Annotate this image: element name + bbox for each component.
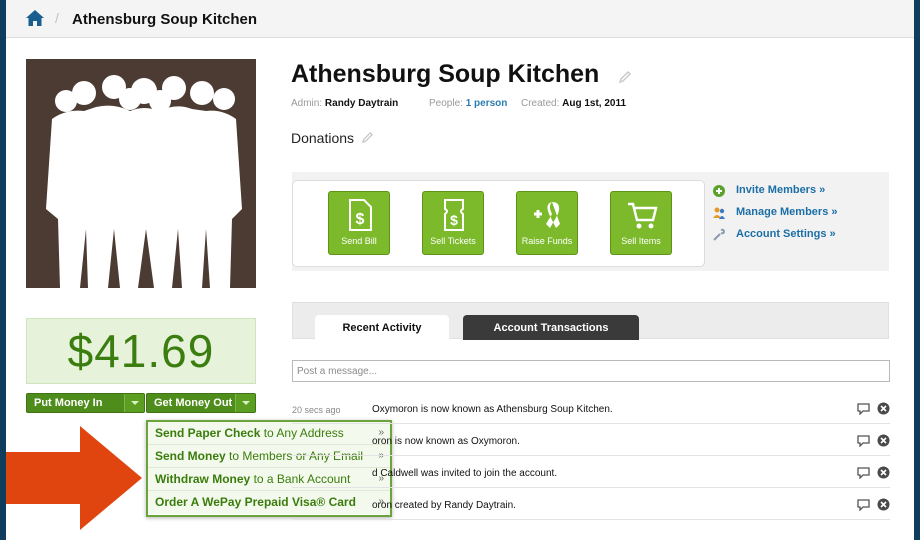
post-message-input[interactable] [292,360,890,382]
created-value: Aug 1st, 2011 [562,98,627,109]
feed-row: 20 secs ago Oxymoron is now known as Ath… [292,398,890,424]
admin-label: Admin: [291,98,323,109]
ticket-icon: $ [444,199,464,231]
comment-icon[interactable] [857,467,870,479]
sell-tickets-button[interactable]: $ Sell Tickets [422,191,484,255]
menu-item-strong: Send Paper Check [155,426,261,440]
feed-row: oron is now known as Oxymoron. [292,430,890,456]
feed-time: 20 secs ago [292,405,341,415]
chevron-down-icon[interactable] [124,394,144,412]
feed-message: d Caldwell was invited to join the accou… [372,468,558,479]
balance-box: $41.69 [26,318,256,384]
menu-item-strong: Send Money [155,449,226,463]
get-money-out-label: Get Money Out [154,397,233,409]
delete-icon[interactable] [877,402,890,415]
comment-icon[interactable] [857,403,870,415]
feed-message: Oxymoron is now known as Athensburg Soup… [372,404,613,415]
action-panel: $ Send Bill $ Sell Tickets Raise Funds S… [292,172,889,271]
ribbon-icon [534,202,560,228]
breadcrumb-separator: / [55,10,59,26]
delete-icon[interactable] [877,498,890,511]
breadcrumb: / Athensburg Soup Kitchen [6,0,914,38]
plus-circle-icon [713,185,725,197]
people-link[interactable]: 1 person [466,98,508,109]
put-money-in-label: Put Money In [34,397,103,409]
manage-members-label: Manage Members » [736,206,838,218]
tab-recent-activity[interactable]: Recent Activity [315,315,449,340]
action-card: $ Send Bill $ Sell Tickets Raise Funds S… [292,180,705,267]
invite-members-label: Invite Members » [736,184,826,196]
members-icon [713,207,725,219]
sell-items-button[interactable]: Sell Items [610,191,672,255]
people-meta: People: 1 person [429,98,507,109]
app-frame: / Athensburg Soup Kitchen $41.69 Put Mon… [6,0,914,540]
send-bill-icon: $ [349,199,372,231]
group-silhouette-image [26,59,256,288]
home-icon[interactable] [26,10,44,26]
created-meta: Created: Aug 1st, 2011 [521,98,626,109]
tab-account-transactions[interactable]: Account Transactions [463,315,639,340]
admin-value: Randy Daytrain [324,98,399,109]
feed-row: d Caldwell was invited to join the accou… [292,462,890,488]
feed-row: oron created by Randy Daytrain. [292,494,890,520]
account-title: Athensburg Soup Kitchen [291,60,600,88]
cart-icon [628,202,658,229]
delete-icon[interactable] [877,466,890,479]
admin-meta: Admin: Randy Daytrain [291,98,398,109]
comment-icon[interactable] [857,499,870,511]
chevron-down-icon[interactable] [235,394,255,412]
edit-pencil-icon[interactable] [361,131,374,144]
account-settings-label: Account Settings » [736,228,836,240]
edit-pencil-icon[interactable] [618,70,632,84]
action-label: Send Bill [341,236,377,246]
wrench-icon [713,228,726,241]
comment-icon[interactable] [857,435,870,447]
balance-amount: $41.69 [67,325,215,377]
account-description: Donations [291,130,355,146]
svg-text:$: $ [450,212,458,228]
created-label: Created: [521,98,560,109]
put-money-in-button[interactable]: Put Money In [26,393,145,413]
get-money-out-button[interactable]: Get Money Out [146,393,256,413]
delete-icon[interactable] [877,434,890,447]
raise-funds-button[interactable]: Raise Funds [516,191,578,255]
action-label: Sell Items [621,236,661,246]
action-label: Raise Funds [521,236,573,246]
account-avatar[interactable] [26,59,256,288]
people-label: People: [429,98,463,109]
menu-item-strong: Withdraw Money [155,472,251,486]
feed-message: oron is now known as Oxymoron. [372,436,520,447]
action-label: Sell Tickets [430,236,476,246]
svg-text:$: $ [356,211,365,228]
send-bill-button[interactable]: $ Send Bill [328,191,390,255]
annotation-arrow-icon [6,426,142,530]
activity-tabs: Recent Activity Account Transactions [292,302,889,340]
feed-message: oron created by Randy Daytrain. [372,500,516,511]
breadcrumb-title[interactable]: Athensburg Soup Kitchen [72,11,257,28]
